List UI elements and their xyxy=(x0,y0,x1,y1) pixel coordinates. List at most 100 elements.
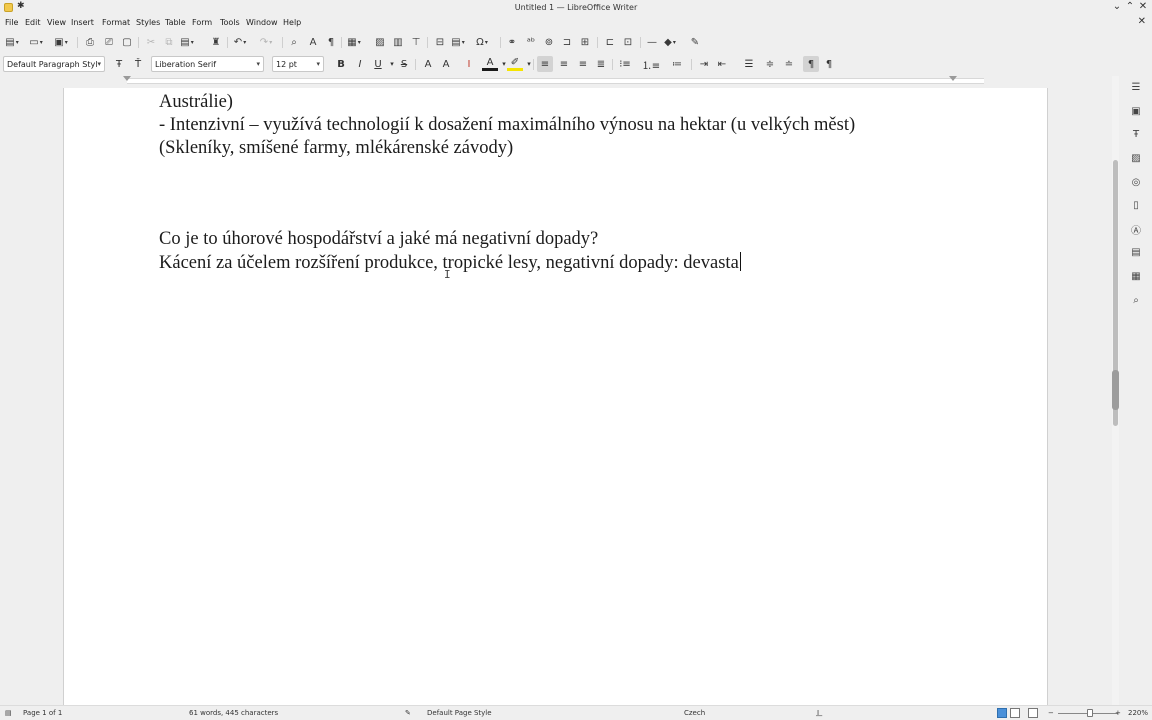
paragraph-style-select[interactable]: Default Paragraph Styl ▾ xyxy=(3,56,105,72)
left-indent-marker[interactable] xyxy=(123,76,131,81)
decrease-paragraph-spacing-icon[interactable]: ≐ xyxy=(781,56,797,72)
styles-icon[interactable]: Ŧ xyxy=(1129,127,1143,141)
bookmark-icon[interactable]: ⊐ xyxy=(560,35,574,49)
formatting-marks-icon[interactable]: ¶ xyxy=(324,35,338,49)
decrease-indent-icon[interactable]: ⇤ xyxy=(714,56,730,72)
spelling-icon[interactable]: A xyxy=(306,35,320,49)
style-inspector-icon[interactable]: Ⓐ xyxy=(1129,222,1143,237)
single-page-view-icon[interactable] xyxy=(997,708,1007,718)
zoom-out-button[interactable]: − xyxy=(1048,709,1054,717)
document-area[interactable]: Austrálie) - Intenzivní – využívá techno… xyxy=(0,86,1112,705)
numbered-list-icon[interactable]: ⒈≡ xyxy=(642,56,660,72)
save-icon[interactable]: ▣ ▾ xyxy=(54,35,68,49)
special-character-icon[interactable]: Ω ▾ xyxy=(475,35,489,49)
insert-table-icon[interactable]: ▦ ▾ xyxy=(347,35,361,49)
manage-changes-icon[interactable]: ▤ xyxy=(1129,245,1143,259)
cross-reference-icon[interactable]: ⊞ xyxy=(578,35,592,49)
draw-function-icon[interactable]: ✎ xyxy=(688,35,702,49)
text-line[interactable]: - Intenzivní – využívá technologií k dos… xyxy=(159,115,855,136)
clear-formatting-icon[interactable]: I xyxy=(461,56,477,72)
insert-textbox-icon[interactable]: ⊤ xyxy=(409,35,423,49)
menu-help[interactable]: Help xyxy=(283,18,301,27)
endnote-icon[interactable]: ⊚ xyxy=(542,35,556,49)
find-icon[interactable]: ⌕ xyxy=(1129,293,1143,307)
align-left-icon[interactable]: ≡ xyxy=(537,56,553,72)
menu-format[interactable]: Format xyxy=(102,18,130,27)
menu-form[interactable]: Form xyxy=(192,18,212,27)
navigator-icon[interactable]: ◎ xyxy=(1129,175,1143,189)
menu-view[interactable]: View xyxy=(47,18,66,27)
align-right-icon[interactable]: ≡ xyxy=(575,56,591,72)
font-name-select[interactable]: Liberation Serif ▾ xyxy=(151,56,264,72)
text-line[interactable]: Austrálie) xyxy=(159,92,233,113)
footnote-icon[interactable]: ᵃᵇ xyxy=(524,35,538,49)
page-icon[interactable]: ▯ xyxy=(1129,198,1143,212)
export-pdf-icon[interactable]: ⎙ xyxy=(83,35,97,49)
menu-insert[interactable]: Insert xyxy=(71,18,94,27)
superscript-icon[interactable]: A xyxy=(420,56,436,72)
clone-formatting-icon[interactable]: ♜ xyxy=(209,35,223,49)
align-center-icon[interactable]: ≡ xyxy=(556,56,572,72)
increase-paragraph-spacing-icon[interactable]: ≑ xyxy=(762,56,778,72)
insert-chart-icon[interactable]: ▥ xyxy=(391,35,405,49)
track-changes-icon[interactable]: ⊡ xyxy=(621,35,635,49)
comment-icon[interactable]: ⊏ xyxy=(603,35,617,49)
vertical-scrollbar[interactable] xyxy=(1112,76,1119,705)
justify-icon[interactable]: ≣ xyxy=(593,56,609,72)
scrollbar-handle[interactable] xyxy=(1112,370,1119,410)
menu-table[interactable]: Table xyxy=(165,18,186,27)
right-to-left-icon[interactable]: ¶ xyxy=(821,56,837,72)
word-count[interactable]: 61 words, 445 characters xyxy=(189,709,278,717)
maximize-button[interactable]: ⌃ xyxy=(1124,1,1136,12)
insert-line-icon[interactable]: — xyxy=(645,35,659,49)
redo-icon[interactable]: ↷ ▾ xyxy=(259,35,273,49)
subscript-icon[interactable]: A xyxy=(438,56,454,72)
print-icon[interactable]: ⎚ xyxy=(102,35,116,49)
menu-tools[interactable]: Tools xyxy=(220,18,240,27)
insert-image-icon[interactable]: ▨ xyxy=(373,35,387,49)
insert-field-icon[interactable]: ▤ ▾ xyxy=(451,35,465,49)
properties-icon[interactable]: ▣ xyxy=(1129,104,1143,118)
horizontal-ruler[interactable] xyxy=(63,76,1048,86)
menu-styles[interactable]: Styles xyxy=(136,18,160,27)
print-preview-icon[interactable]: ▢ xyxy=(120,35,134,49)
page-count[interactable]: Page 1 of 1 xyxy=(23,709,62,717)
paste-icon[interactable]: ▤ ▾ xyxy=(180,35,194,49)
open-folder-icon[interactable]: ▭ ▾ xyxy=(29,35,43,49)
right-indent-marker[interactable] xyxy=(949,76,957,81)
sidebar-menu-icon[interactable]: ☰ xyxy=(1129,80,1143,94)
zoom-level[interactable]: 220% xyxy=(1128,709,1148,717)
update-style-icon[interactable]: Ŧ xyxy=(111,56,127,72)
chevron-down-icon[interactable]: ▾ xyxy=(521,56,537,72)
find-replace-icon[interactable]: ⌕ xyxy=(287,35,301,49)
zoom-slider-handle[interactable] xyxy=(1087,709,1093,717)
text-line[interactable]: (Skleníky, smíšené farmy, mlékárenské zá… xyxy=(159,138,513,159)
page-style[interactable]: Default Page Style xyxy=(427,709,492,717)
insert-page-break-icon[interactable]: ⊟ xyxy=(433,35,447,49)
selection-mode-icon[interactable]: I͟ xyxy=(817,709,819,717)
gallery-icon[interactable]: ▨ xyxy=(1129,151,1143,165)
language[interactable]: Czech xyxy=(684,709,705,717)
bullet-list-icon[interactable]: ⁝≡ xyxy=(617,56,633,72)
close-window-button[interactable]: ✕ xyxy=(1137,1,1149,12)
italic-icon[interactable]: I xyxy=(352,56,368,72)
spellcheck-icon[interactable]: ✎ xyxy=(405,709,411,717)
increase-indent-icon[interactable]: ⇥ xyxy=(696,56,712,72)
outline-list-icon[interactable]: ≔ xyxy=(669,56,685,72)
menu-edit[interactable]: Edit xyxy=(25,18,41,27)
strikethrough-icon[interactable]: S xyxy=(396,56,412,72)
basic-shapes-icon[interactable]: ◆ ▾ xyxy=(663,35,677,49)
cut-icon[interactable]: ✂ xyxy=(144,35,158,49)
new-style-icon[interactable]: Ť xyxy=(130,56,146,72)
font-size-select[interactable]: 12 pt ▾ xyxy=(272,56,324,72)
minimize-button[interactable]: ⌄ xyxy=(1111,1,1123,12)
bold-icon[interactable]: B xyxy=(333,56,349,72)
zoom-in-button[interactable]: + xyxy=(1115,709,1121,717)
book-view-icon[interactable] xyxy=(1028,708,1038,718)
design-icon[interactable]: ▦ xyxy=(1129,269,1143,283)
hyperlink-icon[interactable]: ⚭ xyxy=(505,35,519,49)
menu-file[interactable]: File xyxy=(5,18,18,27)
line-spacing-icon[interactable]: ☰ xyxy=(741,56,757,72)
menu-window[interactable]: Window xyxy=(246,18,278,27)
document-page[interactable]: Austrálie) - Intenzivní – využívá techno… xyxy=(63,88,1048,705)
